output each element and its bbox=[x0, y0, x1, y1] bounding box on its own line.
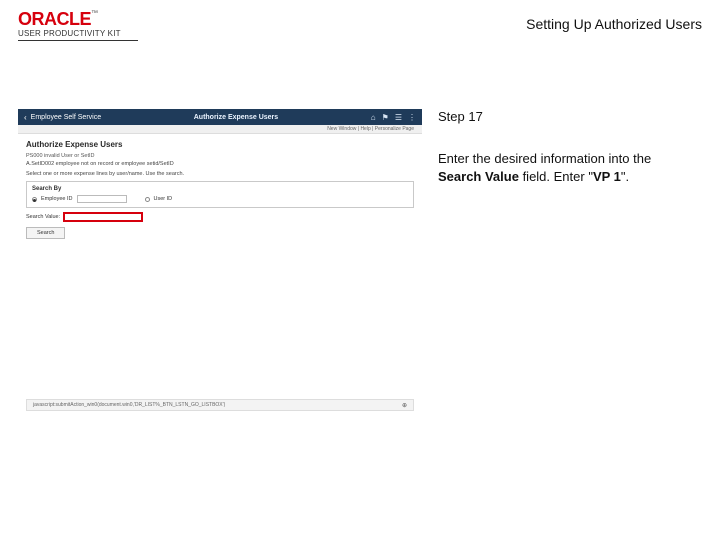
status-url-text: javascript:submitAction_win0(document.wi… bbox=[33, 402, 225, 408]
menu-icon[interactable]: ⋮ bbox=[408, 113, 416, 122]
list-icon[interactable]: ☰ bbox=[395, 113, 402, 122]
logo-block: ORACLE™ USER PRODUCTIVITY KIT bbox=[18, 10, 138, 41]
app-bar: ‹ Employee Self Service Authorize Expens… bbox=[18, 109, 422, 125]
logo-brand: ORACLE bbox=[18, 9, 91, 29]
radio-user-id-label: User ID bbox=[154, 196, 173, 202]
search-by-legend: Search By bbox=[32, 186, 408, 192]
status-url-bar: javascript:submitAction_win0(document.wi… bbox=[26, 399, 414, 411]
sub-bar: New Window | Help | Personalize Page bbox=[18, 125, 422, 134]
instruction-panel: Step 17 Enter the desired information in… bbox=[438, 109, 702, 421]
enter-value: VP 1 bbox=[593, 169, 621, 184]
search-button[interactable]: Search bbox=[26, 227, 65, 239]
radio-employee-id[interactable] bbox=[32, 197, 37, 202]
zoom-icon[interactable]: ⊕ bbox=[402, 402, 407, 409]
doc-title: Setting Up Authorized Users bbox=[526, 16, 702, 32]
field-name: Search Value bbox=[438, 169, 519, 184]
search-value-input[interactable] bbox=[63, 212, 143, 222]
radio-employee-id-label: Employee ID bbox=[41, 196, 73, 202]
page-desc-2: Select one or more expense lines by user… bbox=[26, 171, 414, 177]
step-label: Step 17 bbox=[438, 109, 702, 124]
logo-tm: ™ bbox=[91, 10, 98, 17]
search-value-label: Search Value: bbox=[26, 214, 60, 220]
logo-product: USER PRODUCTIVITY KIT bbox=[18, 30, 138, 38]
flag-icon[interactable]: ⚑ bbox=[382, 113, 389, 122]
search-by-box: Search By Employee ID User ID bbox=[26, 181, 414, 208]
page-subtitle: PS000 invalid User or SetID bbox=[26, 153, 414, 159]
instruction-text: Enter the desired information into the S… bbox=[438, 150, 678, 185]
home-icon[interactable]: ⌂ bbox=[371, 113, 376, 122]
employee-id-input[interactable] bbox=[77, 195, 127, 203]
back-label[interactable]: Employee Self Service bbox=[31, 114, 101, 121]
appbar-title: Authorize Expense Users bbox=[194, 114, 278, 121]
embedded-screenshot: ‹ Employee Self Service Authorize Expens… bbox=[18, 109, 422, 421]
page-title: Authorize Expense Users bbox=[26, 140, 414, 149]
back-chevron-icon[interactable]: ‹ bbox=[24, 113, 27, 122]
page-desc-1: A.SetID002 employee not on record or emp… bbox=[26, 161, 414, 167]
logo-rule bbox=[18, 40, 138, 41]
radio-user-id[interactable] bbox=[145, 197, 150, 202]
